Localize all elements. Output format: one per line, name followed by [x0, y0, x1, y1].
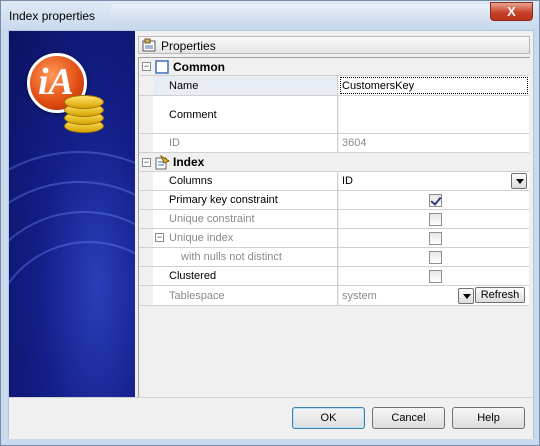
property-grid: − Common Name CustomersKey Comment ID 36… — [138, 57, 530, 397]
button-bar: OK Cancel Help — [9, 397, 533, 439]
side-banner: iA — [9, 31, 135, 397]
tablespace-dropdown-button[interactable] — [458, 288, 474, 304]
cancel-button[interactable]: Cancel — [372, 407, 445, 429]
row-columns[interactable]: Columns ID — [139, 172, 529, 191]
index-group-icon — [155, 155, 170, 170]
clustered-label: Clustered — [169, 270, 217, 282]
unique-constraint-checkbox[interactable] — [429, 213, 442, 226]
clustered-checkbox[interactable] — [429, 270, 442, 283]
title-bar: Index properties X — [0, 0, 540, 30]
row-unique-constraint[interactable]: Unique constraint — [139, 210, 529, 229]
group-common[interactable]: − Common — [139, 58, 529, 76]
columns-label: Columns — [169, 175, 213, 187]
properties-icon — [142, 38, 156, 52]
group-index-label: Index — [173, 155, 205, 169]
window-title: Index properties — [9, 9, 96, 23]
collapse-icon[interactable]: − — [142, 158, 151, 167]
tablespace-value[interactable]: system — [342, 290, 377, 302]
nulls-not-distinct-label: with nulls not distinct — [181, 251, 282, 263]
row-unique-index[interactable]: − Unique index — [139, 229, 529, 248]
primary-key-label: Primary key constraint — [169, 194, 278, 206]
properties-panel: Properties − Common Name CustomersKey Co… — [135, 31, 533, 397]
row-name[interactable]: Name CustomersKey — [139, 76, 529, 96]
columns-value[interactable]: ID — [342, 175, 353, 187]
row-nulls-not-distinct[interactable]: with nulls not distinct — [139, 248, 529, 267]
nulls-not-distinct-checkbox[interactable] — [429, 251, 442, 264]
close-button[interactable]: X — [490, 2, 533, 21]
row-id: ID 3604 — [139, 134, 529, 153]
id-label: ID — [169, 137, 180, 149]
background-window-ghost — [111, 4, 491, 26]
properties-header: Properties — [138, 36, 530, 54]
ok-button[interactable]: OK — [292, 407, 365, 429]
primary-key-checkbox[interactable] — [429, 194, 442, 207]
row-tablespace[interactable]: Tablespace system Refresh — [139, 286, 529, 306]
group-index[interactable]: − Index — [139, 153, 529, 172]
common-group-icon — [155, 60, 169, 74]
help-button[interactable]: Help — [452, 407, 525, 429]
comment-label: Comment — [169, 109, 217, 121]
group-common-label: Common — [173, 60, 225, 74]
window-frame: iA Properties − Common Name CustomersKey… — [0, 30, 540, 446]
name-field[interactable]: CustomersKey — [342, 80, 414, 92]
properties-header-label: Properties — [161, 39, 216, 53]
name-label: Name — [169, 80, 199, 92]
row-comment[interactable]: Comment — [139, 96, 529, 134]
row-primary-key[interactable]: Primary key constraint — [139, 191, 529, 210]
refresh-button[interactable]: Refresh — [475, 287, 525, 303]
unique-constraint-label: Unique constraint — [169, 213, 255, 225]
id-value: 3604 — [342, 137, 367, 149]
dialog-client: iA Properties − Common Name CustomersKey… — [8, 30, 534, 439]
unique-index-label: Unique index — [169, 232, 234, 244]
unique-index-checkbox[interactable] — [429, 232, 442, 245]
collapse-icon[interactable]: − — [155, 233, 164, 242]
tablespace-label: Tablespace — [169, 290, 225, 302]
database-icon — [64, 93, 109, 138]
columns-dropdown-button[interactable] — [511, 173, 527, 189]
collapse-icon[interactable]: − — [142, 62, 151, 71]
row-clustered[interactable]: Clustered — [139, 267, 529, 286]
